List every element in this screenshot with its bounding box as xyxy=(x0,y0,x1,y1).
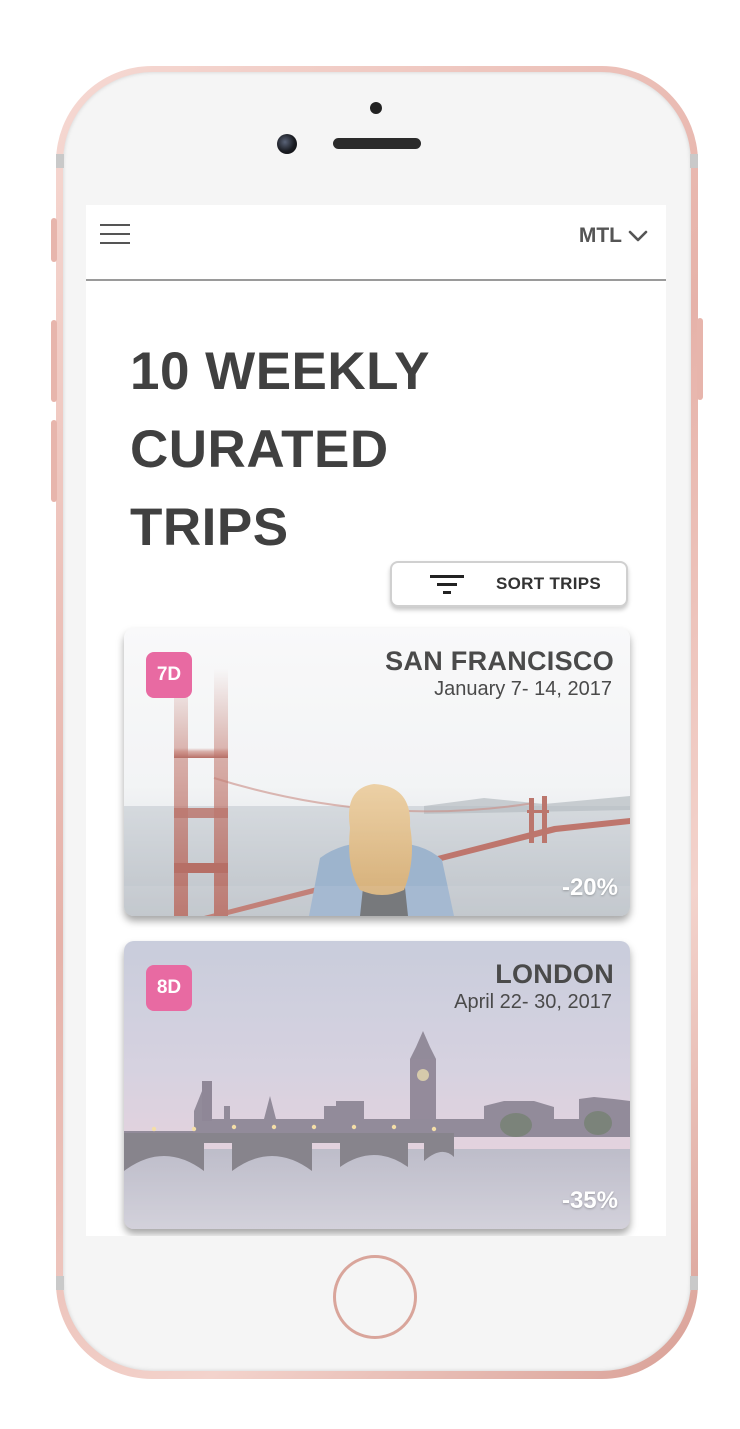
sort-trips-button[interactable]: SORT TRIPS xyxy=(390,561,628,607)
earpiece-speaker xyxy=(333,138,421,149)
front-camera xyxy=(277,134,297,154)
city-selector[interactable]: MTL xyxy=(579,223,648,249)
trip-dates: April 22- 30, 2017 xyxy=(454,991,612,1013)
sort-trips-label: SORT TRIPS xyxy=(496,574,602,593)
page-title: 10 WEEKLY CURATED TRIPS xyxy=(130,333,550,567)
volume-up-button xyxy=(51,320,57,402)
power-button xyxy=(697,318,703,400)
trip-discount: -20% xyxy=(561,874,618,901)
trip-card[interactable]: 8D LONDON April 22- 30, 2017 -35% xyxy=(124,941,630,1229)
top-bar: MTL xyxy=(86,205,666,281)
hamburger-icon[interactable] xyxy=(100,224,130,246)
antenna-line xyxy=(56,154,64,168)
home-button[interactable] xyxy=(333,1255,417,1339)
chevron-down-icon xyxy=(628,230,648,242)
title-line: 10 WEEKLY xyxy=(130,342,431,401)
trip-city: SAN FRANCISCO xyxy=(385,646,614,676)
antenna-line xyxy=(690,154,698,168)
antenna-line xyxy=(56,1276,64,1290)
antenna-line xyxy=(690,1276,698,1290)
city-code: MTL xyxy=(578,224,622,247)
trip-discount: -35% xyxy=(561,1187,618,1214)
duration-badge: 7D xyxy=(146,652,192,698)
trip-dates: January 7- 14, 2017 xyxy=(434,678,612,700)
title-line: TRIPS xyxy=(130,498,289,557)
filter-icon xyxy=(430,575,464,594)
volume-down-button xyxy=(51,420,57,502)
trip-card[interactable]: 7D SAN FRANCISCO January 7- 14, 2017 -20… xyxy=(124,628,630,916)
trip-city: LONDON xyxy=(495,959,614,989)
title-line: CURATED xyxy=(130,420,389,479)
proximity-sensor xyxy=(370,102,382,114)
app-screen: MTL 10 WEEKLY CURATED TRIPS SORT TRIPS 7… xyxy=(86,205,666,1236)
duration-badge: 8D xyxy=(146,965,192,1011)
mute-switch xyxy=(51,218,57,262)
